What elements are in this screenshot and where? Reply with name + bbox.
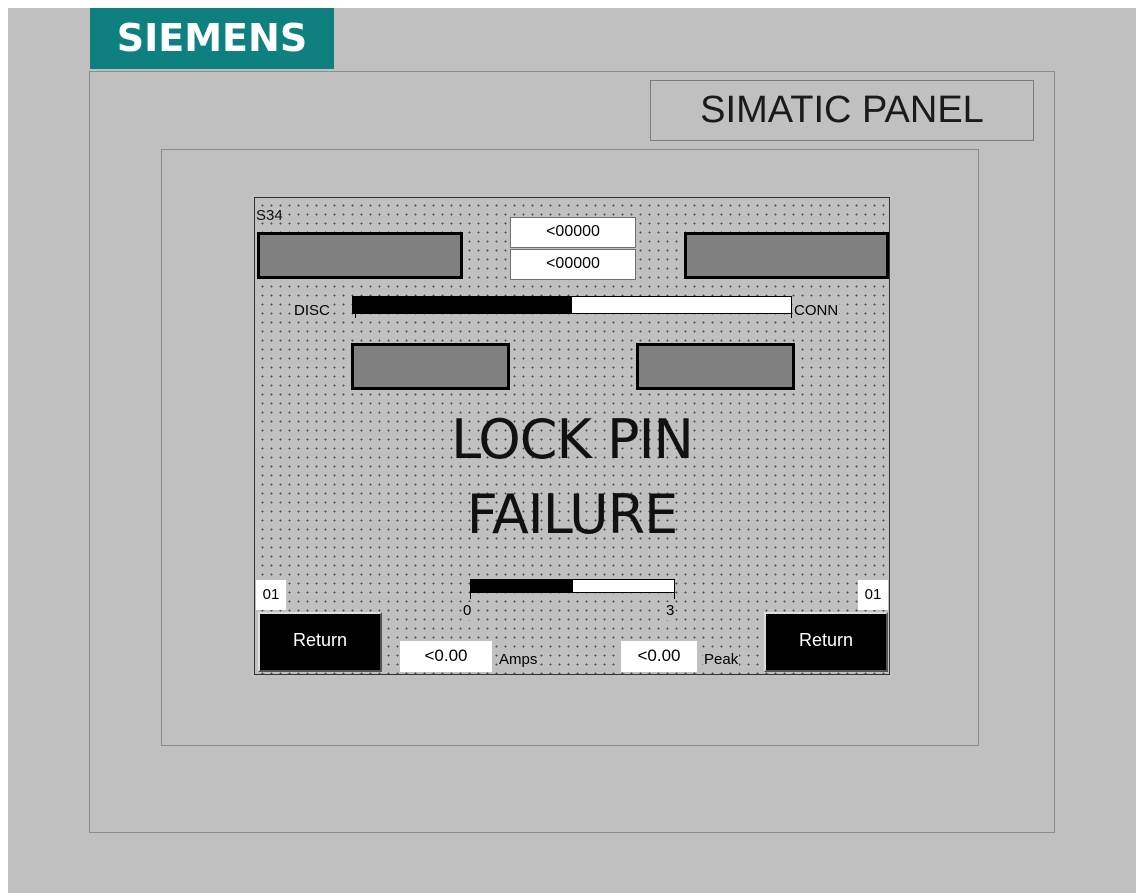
right-return-button[interactable]: Return bbox=[764, 612, 888, 672]
conn-label: CONN bbox=[793, 302, 840, 320]
current-max-label: 3 bbox=[665, 602, 676, 620]
left-counter: 01 bbox=[256, 580, 286, 610]
amps-value-display: <0.00 bbox=[400, 641, 492, 672]
model-label: SIMATIC PANEL bbox=[650, 80, 1034, 141]
peak-value-display: <0.00 bbox=[621, 641, 697, 672]
amps-unit-label: Amps bbox=[498, 651, 539, 669]
right-lock-indicator bbox=[636, 343, 795, 390]
current-bar-tick bbox=[470, 593, 471, 599]
current-min-label: 0 bbox=[462, 602, 473, 620]
left-status-indicator bbox=[257, 232, 463, 279]
right-status-indicator bbox=[684, 232, 889, 279]
position-bar-tick bbox=[355, 314, 356, 318]
siemens-logo: SIEMENS bbox=[90, 8, 334, 69]
peak-unit-label: Peak bbox=[703, 651, 740, 669]
current-bar-fill bbox=[471, 580, 573, 592]
right-counter: 01 bbox=[858, 580, 888, 610]
position-bar-fill bbox=[353, 297, 572, 313]
hmi-screen: S34 <00000 <00000 DISC CONN LOCK PIN FAI… bbox=[254, 197, 890, 675]
left-lock-indicator bbox=[351, 343, 510, 390]
left-return-button[interactable]: Return bbox=[258, 612, 382, 672]
status-line-2: FAILURE bbox=[466, 483, 679, 546]
position-bar bbox=[352, 296, 792, 314]
current-bar-tick bbox=[674, 593, 675, 599]
status-line-1: LOCK PIN bbox=[451, 408, 694, 471]
top-value-display-1: <00000 bbox=[510, 217, 636, 248]
position-bar-tick bbox=[791, 314, 792, 318]
top-value-display-2: <00000 bbox=[510, 249, 636, 280]
disc-label: DISC bbox=[293, 302, 331, 320]
station-id-label: S34 bbox=[256, 207, 283, 224]
current-bar bbox=[470, 579, 675, 593]
